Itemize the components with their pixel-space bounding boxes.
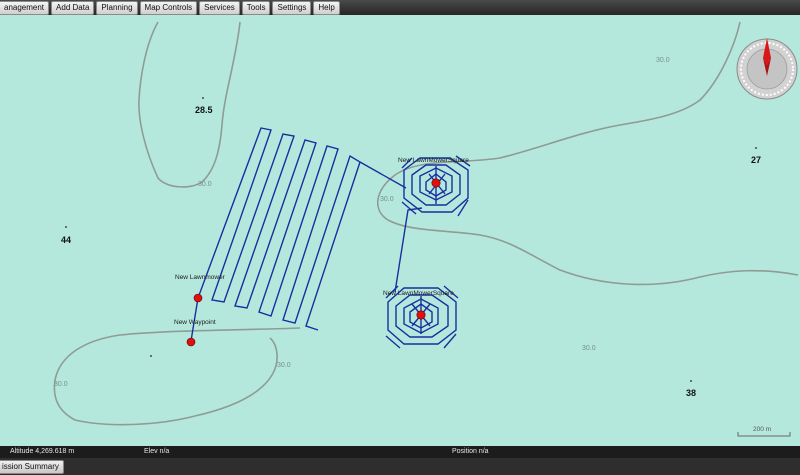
waypoint-marker[interactable] — [193, 293, 203, 303]
altitude-readout: Altitude 4,269.618 m — [10, 448, 75, 455]
sounding-dot — [65, 226, 67, 228]
sounding-dot — [690, 380, 692, 382]
sounding-dot — [150, 355, 152, 357]
menu-tools[interactable]: Tools — [241, 0, 271, 15]
menu-planning[interactable]: Planning — [96, 0, 138, 15]
waypoint-marker[interactable] — [186, 337, 196, 347]
sounding-dot — [755, 147, 757, 149]
depth-sounding: 38 — [686, 388, 696, 398]
waypoint-marker[interactable] — [416, 310, 426, 320]
depth-sounding: 27 — [751, 155, 761, 165]
menu-help[interactable]: Help — [313, 0, 340, 15]
menu-bar: anagement Add Data Planning Map Controls… — [0, 0, 800, 15]
water-background — [0, 15, 800, 446]
map-canvas[interactable]: 30.0 30.0 30.0 30.0 30.0 30.0 28.5 44 27… — [0, 15, 800, 446]
menu-services[interactable]: Services — [199, 0, 240, 15]
elevation-readout: Elev n/a — [144, 448, 170, 455]
position-readout: Position n/a — [452, 448, 489, 455]
mission-summary-tab[interactable]: ission Summary — [0, 460, 64, 474]
scale-bar-label: 200 m — [753, 426, 771, 433]
menu-add-data[interactable]: Add Data — [51, 0, 95, 15]
waypoint-label: New Waypoint — [174, 319, 216, 326]
contour-label: 30.0 — [582, 345, 596, 352]
depth-sounding: 44 — [61, 235, 71, 245]
compass-icon[interactable] — [736, 38, 798, 100]
contour-label: 30.0 — [277, 362, 291, 369]
contour-label: 30.0 — [656, 57, 670, 64]
menu-management[interactable]: anagement — [0, 0, 50, 15]
contour-label: 30.0 — [54, 381, 68, 388]
waypoint-label: New LawnMowerSquare — [398, 157, 469, 164]
depth-sounding: 28.5 — [195, 105, 213, 115]
bottom-panel: ission Summary — [0, 458, 800, 475]
contour-label: 30.0 — [198, 181, 212, 188]
sounding-dot — [202, 97, 204, 99]
waypoint-marker[interactable] — [431, 178, 441, 188]
waypoint-label: New Lawnmower — [175, 274, 226, 281]
menu-map-controls[interactable]: Map Controls — [139, 0, 198, 15]
contour-label: 30.0 — [380, 196, 394, 203]
menu-settings[interactable]: Settings — [272, 0, 312, 15]
waypoint-label: New LawnMowerSquare — [383, 290, 454, 297]
status-bar: Altitude 4,269.618 m Elev n/a Position n… — [0, 446, 800, 458]
